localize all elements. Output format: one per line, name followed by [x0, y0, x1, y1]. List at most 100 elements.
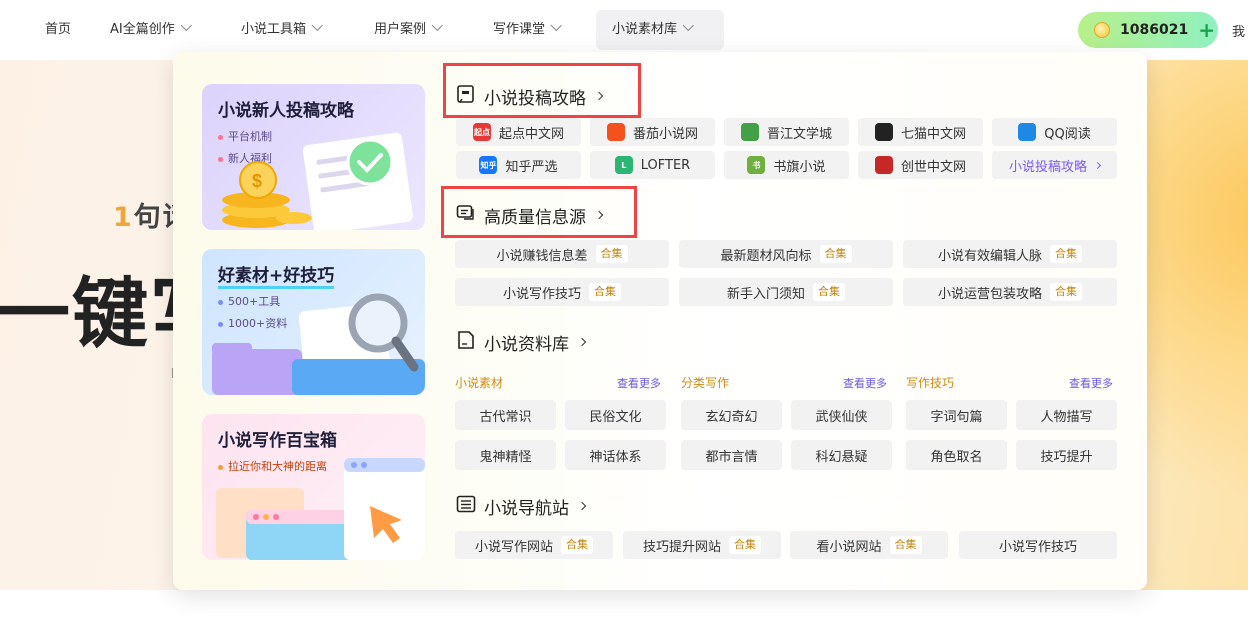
info-source-item[interactable]: 小说运营包装攻略 合集 [903, 278, 1117, 306]
nav-ai-writing[interactable]: AI全篇创作 [94, 10, 207, 50]
nav-toolbox-label: 小说工具箱 [241, 22, 307, 37]
nav-site-item[interactable]: 小说写作网站 合集 [455, 531, 613, 559]
chevron-right-icon [1093, 161, 1102, 169]
svg-text:$: $ [252, 171, 262, 191]
chevron-right-icon [577, 501, 587, 511]
nav-home-label: 首页 [45, 22, 72, 37]
site-name: 起点中文网 [498, 126, 564, 142]
chevron-down-icon [311, 19, 323, 32]
more-label: 小说投稿攻略 [1008, 159, 1087, 175]
submission-site-item[interactable]: L LOFTER [590, 151, 715, 179]
info-source-label: 新手入门须知 [726, 286, 805, 302]
nav-site-item[interactable]: 技巧提升网站 合集 [623, 531, 781, 559]
see-more-link[interactable]: 查看更多 [617, 375, 661, 391]
site-name: LOFTER [640, 157, 691, 173]
submission-site-item[interactable]: 知乎 知乎严选 [456, 151, 581, 179]
section-info-sources[interactable]: 高质量信息源 [456, 202, 604, 228]
site-name: 番茄小说网 [632, 126, 698, 142]
site-logo-icon [874, 123, 893, 141]
nav-material-library[interactable]: 小说素材库 [596, 10, 724, 50]
chevron-down-icon [682, 19, 694, 32]
library-item[interactable]: 玄幻奇幻 [681, 400, 782, 430]
section-novel-library[interactable]: 小说资料库 [456, 329, 587, 355]
collection-badge: 合集 [819, 245, 852, 263]
collection-badge: 合集 [595, 245, 628, 263]
library-item[interactable]: 神话体系 [565, 440, 666, 470]
section-nav-site[interactable]: 小说导航站 [456, 493, 587, 519]
collection-badge: 合集 [889, 536, 922, 554]
site-name: 七猫中文网 [900, 126, 966, 142]
nav-toolbox[interactable]: 小说工具箱 [225, 10, 338, 50]
section-submission-guide[interactable]: 小说投稿攻略 [456, 83, 604, 109]
info-source-label: 小说赚钱信息差 [496, 248, 588, 264]
library-item[interactable]: 古代常识 [455, 400, 556, 430]
collection-badge: 合集 [589, 283, 621, 301]
site-logo-icon [740, 123, 759, 141]
collection-badge: 合集 [813, 283, 845, 301]
document-check-illustration: $ [222, 132, 413, 230]
nav-material-label: 小说素材库 [612, 22, 678, 37]
see-more-link[interactable]: 查看更多 [843, 375, 887, 391]
nav-site-label: 小说写作网站 [474, 539, 553, 555]
library-item[interactable]: 科幻悬疑 [791, 440, 892, 470]
submission-site-item[interactable]: 七猫中文网 [858, 118, 983, 146]
submission-guide-more-link[interactable]: 小说投稿攻略 [992, 151, 1117, 179]
card-title: 小说写作百宝箱 [218, 431, 337, 451]
submission-site-item[interactable]: 晋江文学城 [724, 118, 849, 146]
library-item[interactable]: 人物描写 [1016, 400, 1117, 430]
submission-site-item[interactable]: 起点 起点中文网 [456, 118, 581, 146]
promo-card-materials-skills[interactable]: 好素材+好技巧 500+工具 1000+资料 [202, 249, 425, 395]
submission-site-item[interactable]: 创世中文网 [858, 151, 983, 179]
site-name: 书旗小说 [773, 159, 826, 175]
nav-cases[interactable]: 用户案例 [358, 10, 458, 50]
see-more-link[interactable]: 查看更多 [1069, 375, 1113, 391]
promo-card-writing-toolbox[interactable]: 小说写作百宝箱 拉近你和大神的距离 [202, 414, 425, 560]
nav-site-item[interactable]: 小说写作技巧 [959, 531, 1117, 559]
site-logo-icon: L [614, 156, 633, 174]
submission-site-item[interactable]: QQ阅读 [992, 118, 1117, 146]
site-name: QQ阅读 [1044, 126, 1091, 142]
library-item[interactable]: 角色取名 [906, 440, 1007, 470]
site-name: 晋江文学城 [766, 126, 832, 142]
site-name: 知乎严选 [505, 159, 558, 175]
windows-cursor-illustration [216, 458, 425, 560]
info-source-item[interactable]: 小说有效编辑人脉 合集 [903, 240, 1117, 268]
nav-home[interactable]: 首页 [29, 10, 87, 50]
submission-site-item[interactable]: 书书旗小说 [724, 151, 849, 179]
library-item[interactable]: 武侠仙侠 [791, 400, 892, 430]
nav-site-label: 小说写作技巧 [998, 539, 1077, 555]
submission-site-item[interactable]: 番茄小说网 [590, 118, 715, 146]
site-logo-icon: 起点 [472, 123, 491, 141]
nav-class-label: 写作课堂 [493, 22, 546, 37]
library-item[interactable]: 都市言情 [681, 440, 782, 470]
coin-balance-button[interactable]: 1086021 + [1078, 12, 1218, 48]
nav-my-link[interactable]: 我 [1232, 21, 1245, 40]
nav-ai-writing-label: AI全篇创作 [110, 22, 175, 37]
nav-class[interactable]: 写作课堂 [477, 10, 577, 50]
info-source-item[interactable]: 新手入门须知 合集 [679, 278, 893, 306]
card-title: 小说新人投稿攻略 [218, 101, 354, 121]
info-source-item[interactable]: 最新题材风向标 合集 [679, 240, 893, 268]
library-item[interactable]: 民俗文化 [565, 400, 666, 430]
library-item[interactable]: 鬼神精怪 [455, 440, 556, 470]
info-source-label: 小说有效编辑人脉 [937, 248, 1042, 264]
nav-site-item[interactable]: 看小说网站 合集 [790, 531, 948, 559]
site-logo-icon [874, 156, 893, 174]
info-source-item[interactable]: 小说赚钱信息差 合集 [455, 240, 669, 268]
info-source-item[interactable]: 小说写作技巧 合集 [455, 278, 669, 306]
info-source-label: 小说写作技巧 [502, 286, 581, 302]
library-item[interactable]: 技巧提升 [1016, 440, 1117, 470]
collection-badge: 合集 [561, 536, 593, 554]
list-icon [456, 494, 476, 519]
chevron-right-icon [577, 337, 587, 347]
material-library-dropdown: 小说新人投稿攻略 平台机制 新人福利 $ 好素材+好技巧 500+工具 1000… [173, 52, 1147, 590]
coin-icon [1094, 22, 1110, 38]
library-item[interactable]: 字词句篇 [906, 400, 1007, 430]
section-title: 高质量信息源 [484, 207, 586, 228]
promo-card-submission-guide[interactable]: 小说新人投稿攻略 平台机制 新人福利 $ [202, 84, 425, 230]
site-logo-icon [606, 123, 625, 141]
section-title: 小说资料库 [484, 334, 569, 355]
section-title: 小说导航站 [484, 498, 569, 519]
library-category-label: 小说素材 [455, 376, 504, 390]
plus-icon: + [1198, 18, 1215, 42]
